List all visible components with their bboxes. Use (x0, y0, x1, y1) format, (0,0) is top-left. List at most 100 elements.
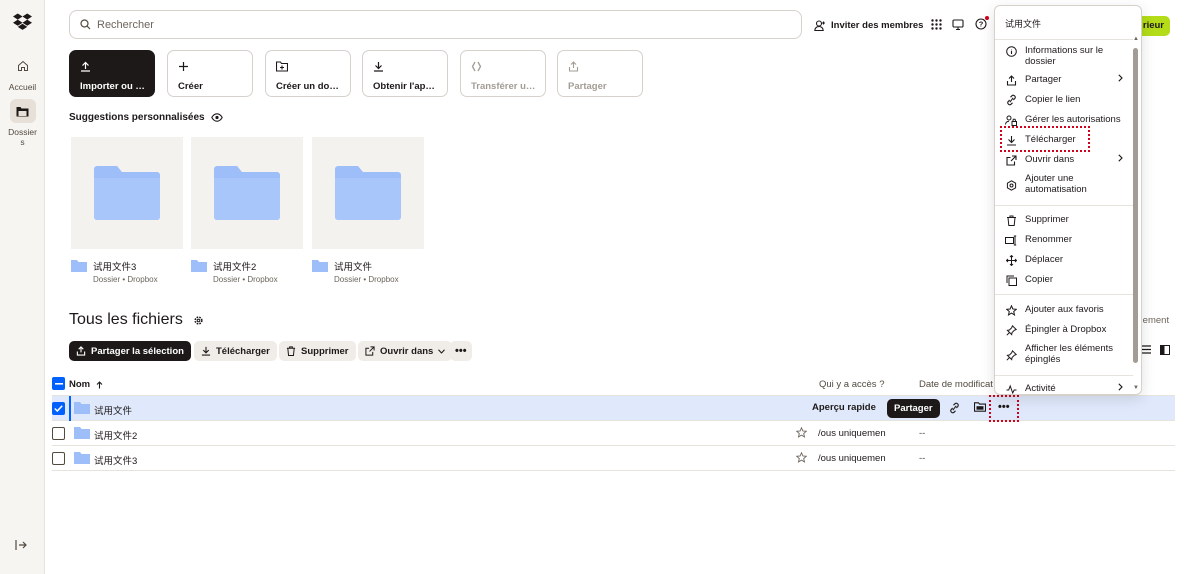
menu-item-automation[interactable]: Ajouter une automatisation (1005, 173, 1123, 195)
activity-icon (1005, 383, 1017, 394)
suggestion-meta: 试用文件 Dossier • Dropbox (312, 259, 399, 284)
row-name[interactable]: 试用文件2 (94, 428, 137, 442)
gear-icon[interactable] (193, 315, 204, 326)
scroll-up-icon[interactable]: ▲ (1133, 36, 1139, 42)
suggestion-name: 试用文件3 (93, 262, 137, 273)
quick-preview-button[interactable]: Aperçu rapide (812, 402, 876, 413)
share-selection-label: Partager la sélection (91, 345, 184, 357)
row-date: -- (919, 453, 926, 464)
row-selected-bar (69, 396, 71, 421)
tile-share[interactable]: Partager (557, 50, 643, 97)
row-checkbox[interactable] (52, 402, 65, 415)
share-selection-button[interactable]: Partager la sélection (69, 341, 191, 361)
eye-icon[interactable] (210, 113, 223, 122)
details-panel-icon[interactable] (1160, 345, 1170, 358)
column-access[interactable]: Qui y a accès ? (819, 379, 884, 390)
tile-transfer[interactable]: Transférer une … (460, 50, 546, 97)
nav-home[interactable]: Accueil (0, 54, 45, 92)
row-checkbox[interactable] (52, 452, 65, 465)
folder-icon (74, 427, 90, 439)
menu-item-move[interactable]: Déplacer (1005, 254, 1123, 266)
nav-folders-label: Dossiers (8, 127, 37, 147)
row-checkbox[interactable] (52, 427, 65, 440)
row-name[interactable]: 试用文件3 (94, 453, 137, 467)
menu-item-show-pinned[interactable]: Afficher les éléments épinglés (1005, 343, 1123, 365)
folder-thumbnail-icon (71, 137, 183, 249)
more-toolbar-button[interactable]: ••• (450, 341, 472, 361)
tile-create-folder-label: Créer un dossier (276, 81, 341, 92)
menu-item-favorite[interactable]: Ajouter aux favoris (1005, 304, 1123, 316)
invite-members-label: Inviter des membres (831, 19, 924, 31)
column-modified[interactable]: Date de modificat (919, 379, 993, 390)
menu-item-copy-link[interactable]: Copier le lien (1005, 94, 1123, 106)
suggestion-card[interactable]: 试用文件3 Dossier • Dropbox (71, 137, 184, 284)
menu-divider (995, 39, 1133, 40)
suggestion-sub: Dossier • Dropbox (213, 275, 278, 284)
link-icon[interactable] (949, 402, 960, 414)
folder-icon (71, 260, 87, 272)
files-title: Tous les fichiers (69, 311, 183, 328)
left-rail: Accueil Dossiers (0, 0, 45, 574)
suggestion-card[interactable]: 试用文件2 Dossier • Dropbox (191, 137, 304, 284)
folder-thumbnail-icon (191, 137, 303, 249)
table-row[interactable]: 试用文件2 /ous uniquemen -- (52, 421, 1175, 446)
download-label: Télécharger (216, 345, 270, 357)
tile-upload[interactable]: Importer ou dé… (69, 50, 155, 97)
table-row[interactable]: 试用文件3 /ous uniquemen -- (52, 446, 1175, 471)
chevron-right-icon (1118, 74, 1123, 85)
page-title: Tous les fichiers (69, 311, 204, 329)
tile-create[interactable]: Créer (167, 50, 253, 97)
pin-icon (1005, 349, 1017, 361)
info-icon (1005, 45, 1017, 57)
list-view-icon[interactable] (1141, 345, 1151, 357)
trash-icon (286, 346, 296, 356)
open-in-button[interactable]: Ouvrir dans (358, 341, 453, 361)
dropbox-logo-icon[interactable] (13, 13, 32, 31)
menu-item-label: Renommer (1025, 234, 1072, 245)
suggestion-card[interactable]: 试用文件 Dossier • Dropbox (312, 137, 425, 284)
apps-grid-icon[interactable] (929, 17, 943, 31)
download-button[interactable]: Télécharger (194, 341, 277, 361)
star-icon[interactable] (796, 427, 807, 438)
menu-item-label: Ajouter une automatisation (1025, 173, 1087, 195)
row-share-button[interactable]: Partager (887, 399, 940, 418)
menu-divider (995, 205, 1133, 206)
menu-scrollbar[interactable] (1133, 48, 1138, 363)
chevron-right-icon (1118, 383, 1123, 394)
menu-item-delete[interactable]: Supprimer (1005, 214, 1123, 226)
menu-item-pin[interactable]: Épingler à Dropbox (1005, 324, 1123, 336)
search-bar[interactable]: Rechercher (69, 10, 802, 39)
invite-members-button[interactable]: Inviter des membres (808, 14, 929, 36)
delete-button[interactable]: Supprimer (279, 341, 356, 361)
suggestions-title-text: Suggestions personnalisées (69, 112, 205, 123)
folder-icon (312, 260, 328, 272)
menu-item-rename[interactable]: Renommer (1005, 234, 1123, 246)
search-input[interactable]: Rechercher (97, 19, 154, 31)
menu-item-label: Supprimer (1025, 214, 1069, 225)
collapse-sidebar-icon[interactable] (15, 539, 27, 554)
menu-item-activity[interactable]: Activité (1005, 383, 1123, 394)
tile-get-app[interactable]: Obtenir l'applic… (362, 50, 448, 97)
menu-item-copy[interactable]: Copier (1005, 274, 1123, 286)
share-icon (76, 346, 86, 356)
select-all-checkbox[interactable] (52, 377, 65, 390)
row-name[interactable]: 试用文件 (94, 403, 132, 417)
svg-text:?: ? (979, 20, 984, 29)
screen-icon[interactable] (951, 17, 965, 31)
tile-create-folder[interactable]: Créer un dossier (265, 50, 351, 97)
menu-item-folder-info[interactable]: Informations sur le dossier (1005, 45, 1123, 67)
suggestion-sub: Dossier • Dropbox (93, 275, 158, 284)
column-name[interactable]: Nom (69, 379, 103, 390)
star-icon[interactable] (796, 452, 807, 463)
menu-item-open-in[interactable]: Ouvrir dans (1005, 154, 1123, 166)
suggestion-meta: 试用文件2 Dossier • Dropbox (191, 259, 278, 284)
menu-item-permissions[interactable]: Gérer les autorisations (1005, 114, 1123, 126)
scroll-down-icon[interactable]: ▼ (1133, 385, 1139, 391)
nav-folders[interactable]: Dossiers (0, 99, 45, 147)
menu-divider (995, 375, 1133, 376)
add-user-icon (814, 19, 825, 31)
menu-item-label: Informations sur le dossier (1025, 45, 1104, 67)
folder-open-icon[interactable] (974, 402, 986, 412)
chevron-right-icon (1118, 154, 1123, 165)
menu-item-share[interactable]: Partager (1005, 74, 1123, 86)
